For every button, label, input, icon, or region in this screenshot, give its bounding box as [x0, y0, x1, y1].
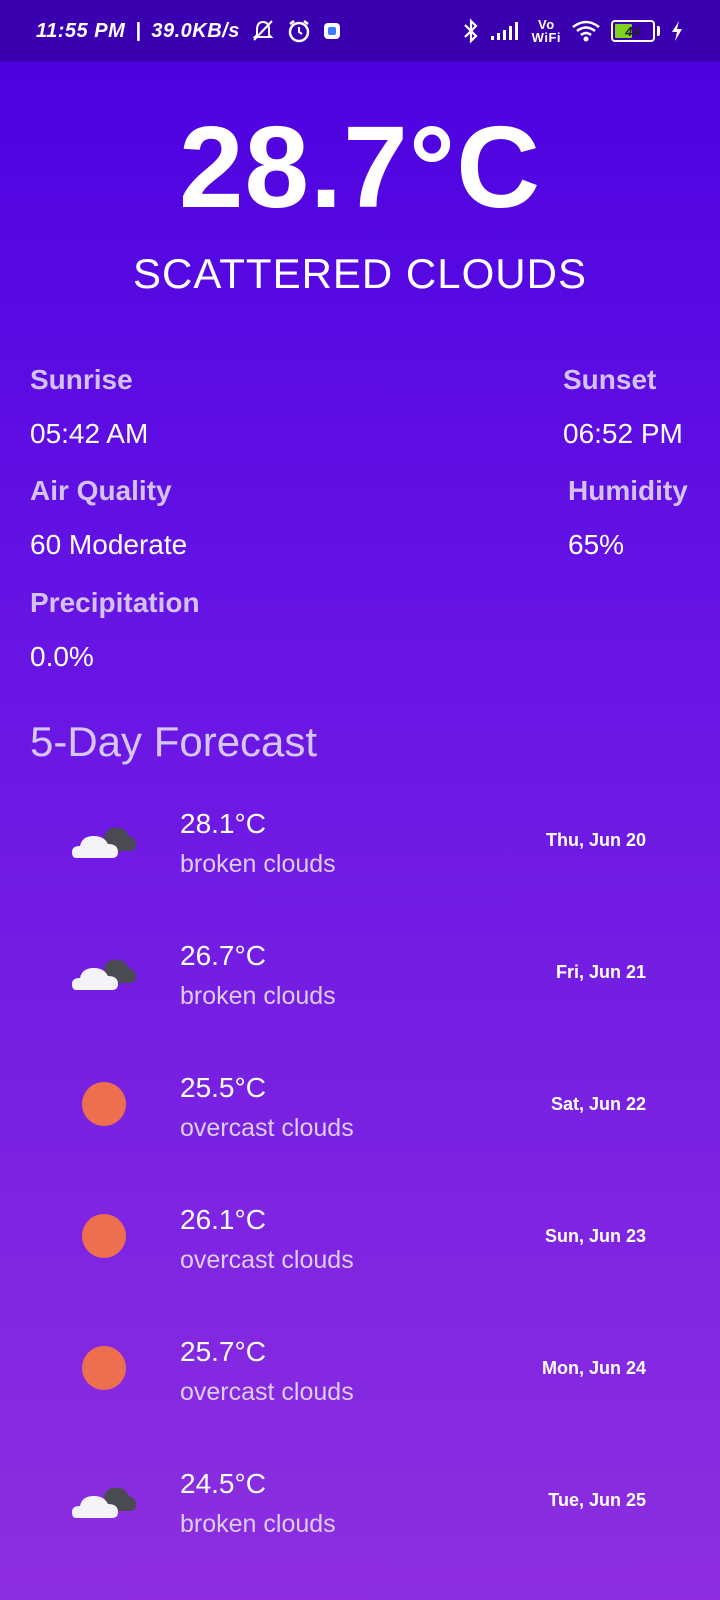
sun-icon: [82, 1214, 126, 1258]
charging-icon: [670, 20, 684, 42]
forecast-date: Fri, Jun 21: [555, 962, 646, 982]
sun-icon: [82, 1082, 126, 1126]
signal-icon: [490, 20, 522, 42]
cloud-icon: [72, 827, 136, 858]
humidity-label: Humidity: [568, 475, 688, 506]
forecast-title: 5-Day Forecast: [30, 718, 318, 765]
battery-icon: 44: [611, 20, 655, 42]
forecast-row[interactable]: 28.1°C broken clouds Thu, Jun 20: [0, 808, 720, 898]
humidity-detail: Humidity 65%: [568, 475, 688, 561]
status-time: 11:55 PM: [36, 19, 126, 42]
sunrise-label: Sunrise: [30, 364, 133, 395]
forecast-row[interactable]: 26.1°C overcast clouds Sun, Jun 23: [0, 1204, 720, 1294]
forecast-temp: 26.7°C: [180, 940, 266, 971]
forecast-date: Sat, Jun 22: [550, 1094, 646, 1114]
app-notification-icon: [322, 21, 342, 41]
forecast-desc: broken clouds: [180, 982, 336, 1010]
forecast-date: Sun, Jun 23: [544, 1226, 646, 1246]
mute-bell-icon: [250, 19, 276, 43]
forecast-desc: overcast clouds: [180, 1246, 354, 1274]
status-left: 11:55 PM | 39.0KB/s: [36, 18, 342, 44]
forecast-date: Thu, Jun 20: [545, 830, 646, 850]
precipitation-label: Precipitation: [30, 587, 200, 618]
current-temperature: 28.7°C: [179, 102, 541, 232]
forecast-date: Mon, Jun 24: [541, 1358, 646, 1378]
forecast-desc: overcast clouds: [180, 1114, 354, 1142]
forecast-temp: 28.1°C: [180, 808, 266, 839]
air-quality-value: 60 Moderate: [30, 529, 188, 560]
network-speed: 39.0KB/s: [151, 19, 240, 42]
status-right: Vo WiFi 44: [462, 18, 684, 44]
air-quality-label: Air Quality: [30, 475, 172, 506]
forecast-date: Tue, Jun 25: [548, 1490, 646, 1510]
forecast-row[interactable]: 25.7°C overcast clouds Mon, Jun 24: [0, 1336, 720, 1426]
precipitation-detail: Precipitation 0.0%: [30, 587, 200, 673]
status-separator: |: [135, 19, 142, 42]
humidity-value: 65%: [568, 529, 625, 560]
status-bar: 11:55 PM | 39.0KB/s Vo WiFi 44: [0, 0, 720, 62]
sunset-value: 06:52 PM: [563, 418, 683, 449]
current-condition: SCATTERED CLOUDS: [133, 250, 587, 297]
air-quality-detail: Air Quality 60 Moderate: [30, 475, 187, 561]
sunrise-detail: Sunrise 05:42 AM: [30, 364, 148, 450]
cloud-icon: [72, 1487, 136, 1518]
forecast-row[interactable]: 25.5°C overcast clouds Sat, Jun 22: [0, 1072, 720, 1162]
wifi-icon: [571, 19, 601, 43]
forecast-temp: 26.1°C: [180, 1204, 266, 1235]
forecast-row[interactable]: 24.5°C broken clouds Tue, Jun 25: [0, 1468, 720, 1558]
forecast-temp: 25.7°C: [180, 1336, 266, 1367]
sunset-detail: Sunset 06:52 PM: [563, 364, 683, 450]
forecast-temp: 24.5°C: [180, 1468, 266, 1499]
battery-level: 44: [625, 23, 641, 39]
precipitation-value: 0.0%: [30, 641, 94, 672]
forecast-temp: 25.5°C: [180, 1072, 266, 1103]
alarm-icon: [286, 18, 312, 44]
sunrise-value: 05:42 AM: [30, 418, 149, 449]
cloud-icon: [72, 959, 136, 990]
forecast-row[interactable]: 26.7°C broken clouds Fri, Jun 21: [0, 940, 720, 1030]
vowifi-icon: Vo WiFi: [531, 17, 561, 45]
forecast-desc: broken clouds: [180, 1510, 336, 1538]
forecast-desc: broken clouds: [180, 850, 336, 878]
bluetooth-icon: [462, 18, 480, 44]
battery-tip: [657, 26, 660, 36]
forecast-desc: overcast clouds: [180, 1378, 354, 1406]
sunset-label: Sunset: [563, 364, 657, 395]
sun-icon: [82, 1346, 126, 1390]
